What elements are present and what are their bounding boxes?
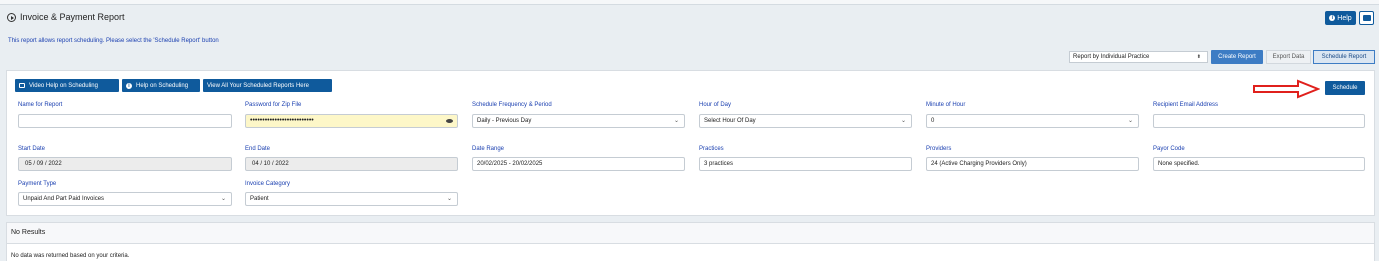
invoice-category-select[interactable]: Patient ⌄ (245, 192, 458, 206)
name-for-report-label: Name for Report (18, 102, 63, 108)
chevron-down-icon: ⌄ (220, 196, 226, 202)
results-body (6, 244, 1375, 261)
schedule-report-button[interactable]: Schedule Report (1313, 50, 1375, 64)
hour-of-day-value: Select Hour Of Day (704, 118, 756, 124)
minute-of-hour-label: Minute of Hour (926, 102, 966, 108)
schedule-button[interactable]: Schedule (1325, 81, 1365, 95)
recipient-email-input[interactable] (1153, 114, 1365, 128)
report-type-select[interactable]: Report by Individual Practice ⬍ (1069, 51, 1208, 63)
collapse-toggle-icon[interactable] (7, 13, 16, 22)
video-help-button[interactable]: Video Help on Scheduling (15, 79, 119, 92)
results-header (6, 222, 1375, 244)
page-title: Invoice & Payment Report (20, 12, 125, 22)
help-button-label: Help (1337, 14, 1352, 22)
help-button[interactable]: i Help (1325, 11, 1356, 25)
schedule-frequency-label: Schedule Frequency & Period (472, 102, 552, 108)
password-zip-label: Password for Zip File (245, 102, 302, 108)
info-text: This report allows report scheduling. Pl… (8, 38, 219, 44)
providers-input[interactable]: 24 (Active Charging Providers Only) (926, 157, 1139, 171)
results-title: No Results (11, 229, 46, 236)
hour-of-day-label: Hour of Day (699, 102, 732, 108)
schedule-frequency-value: Daily - Previous Day (477, 118, 532, 124)
select-sort-icon: ⬍ (1196, 54, 1201, 60)
invoice-category-label: Invoice Category (245, 181, 291, 187)
payment-type-label: Payment Type (18, 181, 57, 187)
password-zip-input[interactable]: •••••••••••••••••••••••••• (245, 114, 458, 128)
date-range-input[interactable]: 20/02/2025 - 20/02/2025 (472, 157, 685, 171)
minute-of-hour-select[interactable]: 0 ⌄ (926, 114, 1139, 128)
chevron-down-icon: ⌄ (446, 196, 452, 202)
start-date-label: Start Date (18, 146, 46, 152)
practices-input[interactable]: 3 practices (699, 157, 912, 171)
start-date-input[interactable]: 05 / 09 / 2022 (18, 157, 232, 171)
chevron-down-icon: ⌄ (900, 118, 906, 124)
help-on-scheduling-button[interactable]: i Help on Scheduling (122, 79, 200, 92)
minute-of-hour-value: 0 (931, 118, 935, 124)
video-help-label: Video Help on Scheduling (29, 82, 98, 89)
view-scheduled-reports-button[interactable]: View All Your Scheduled Reports Here (203, 79, 332, 92)
printer-icon (1362, 15, 1371, 21)
end-date-input[interactable]: 04 / 10 / 2022 (245, 157, 458, 171)
password-zip-value: •••••••••••••••••••••••••• (250, 117, 314, 124)
end-date-label: End Date (245, 146, 271, 152)
report-type-select-value: Report by Individual Practice (1073, 54, 1150, 60)
info-icon: i (126, 82, 132, 89)
report-header (0, 5, 1379, 32)
providers-label: Providers (926, 146, 952, 152)
name-for-report-input[interactable] (18, 114, 232, 128)
view-scheduled-reports-label: View All Your Scheduled Reports Here (207, 82, 309, 89)
recipient-email-label: Recipient Email Address (1153, 102, 1219, 108)
schedule-frequency-select[interactable]: Daily - Previous Day ⌄ (472, 114, 685, 128)
payor-code-label: Payor Code (1153, 146, 1185, 152)
show-password-eye-icon[interactable] (446, 119, 453, 123)
print-button[interactable] (1359, 11, 1374, 25)
hour-of-day-select[interactable]: Select Hour Of Day ⌄ (699, 114, 912, 128)
payor-code-input[interactable]: None specified. (1153, 157, 1365, 171)
date-range-label: Date Range (472, 146, 505, 152)
info-icon: i (1329, 15, 1336, 21)
payment-type-select[interactable]: Unpaid And Part Paid Invoices ⌄ (18, 192, 232, 206)
create-report-button[interactable]: Create Report (1211, 50, 1263, 64)
export-data-button[interactable]: Export Data (1266, 50, 1311, 64)
chevron-down-icon: ⌄ (673, 118, 679, 124)
red-arrow-annotation (1253, 79, 1320, 99)
payment-type-value: Unpaid And Part Paid Invoices (23, 196, 105, 202)
chevron-down-icon: ⌄ (1127, 118, 1133, 124)
results-message: No data was returned based on your crite… (11, 253, 130, 259)
video-icon (19, 83, 25, 88)
invoice-category-value: Patient (250, 196, 269, 202)
practices-label: Practices (699, 146, 724, 152)
help-on-scheduling-label: Help on Scheduling (136, 82, 189, 89)
